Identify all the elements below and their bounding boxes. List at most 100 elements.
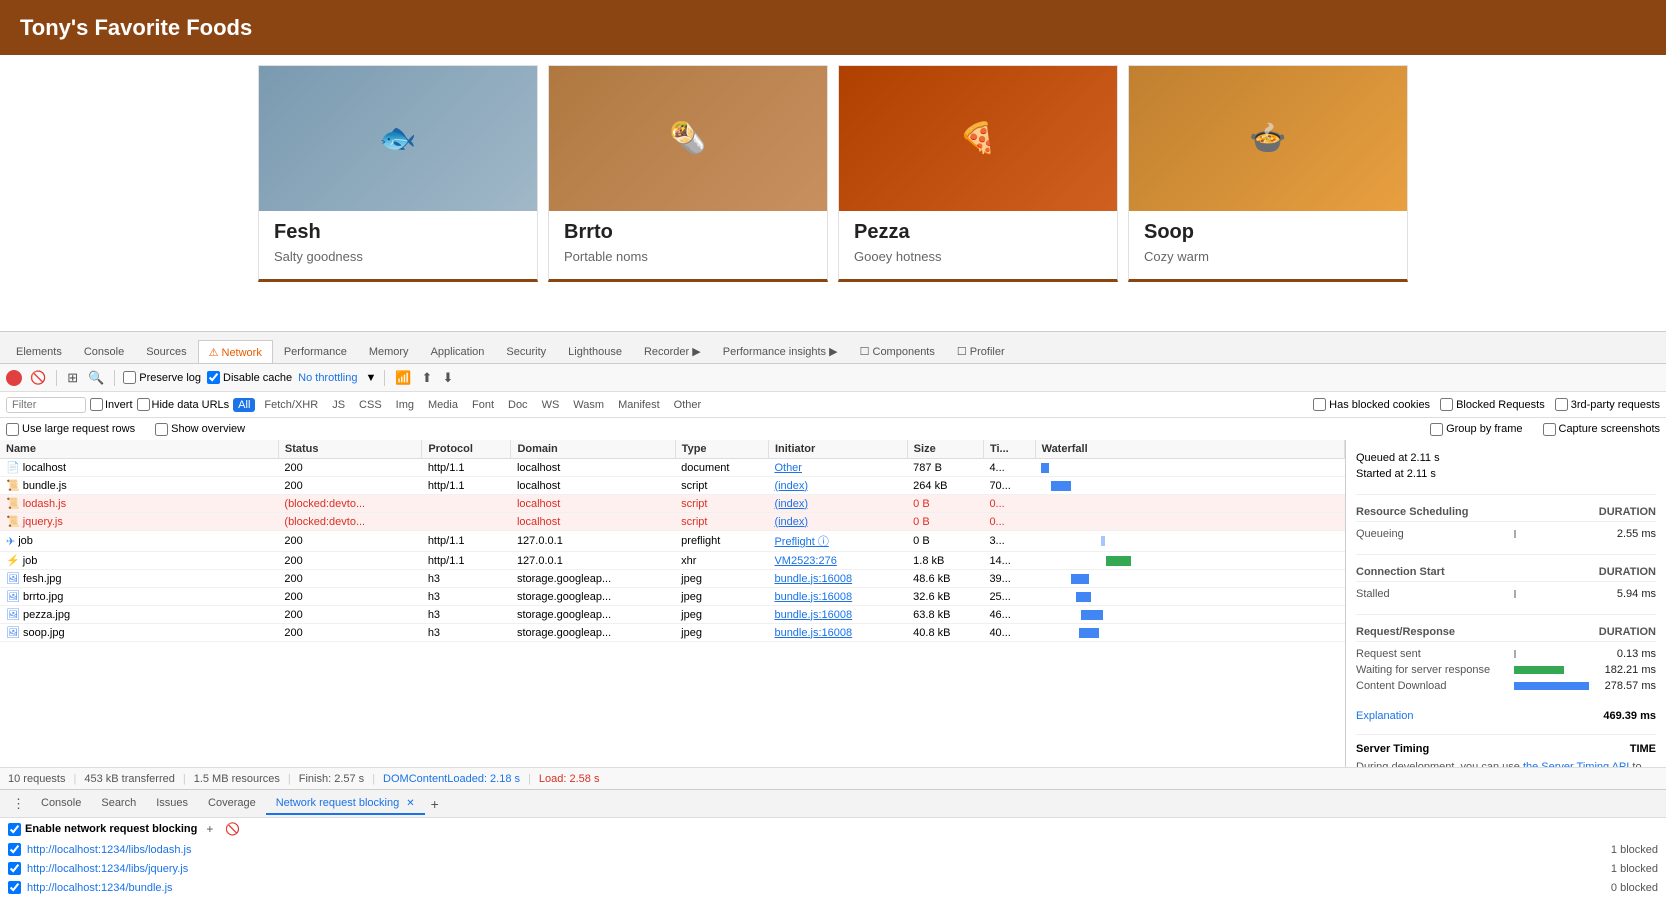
table-row[interactable]: 🖼 brrto.jpg 200 h3 storage.googleap... j… xyxy=(0,588,1345,606)
network-table-container[interactable]: Name Status Protocol Domain Type Initiat… xyxy=(0,440,1346,767)
preserve-log-checkbox[interactable] xyxy=(123,371,136,384)
table-row[interactable]: ⚡ job 200 http/1.1 127.0.0.1 xhr VM2523:… xyxy=(0,552,1345,570)
filter-doc-btn[interactable]: Doc xyxy=(503,398,533,412)
tab-components[interactable]: ☐ Components xyxy=(849,339,946,363)
table-row[interactable]: 🖼 pezza.jpg 200 h3 storage.googleap... j… xyxy=(0,606,1345,624)
cell-size: 264 kB xyxy=(907,477,983,495)
remove-blocking-pattern-button[interactable]: 🚫 xyxy=(222,822,243,836)
group-by-frame-checkbox[interactable] xyxy=(1430,423,1443,436)
filter-fetchxhr-btn[interactable]: Fetch/XHR xyxy=(259,398,323,412)
upload-icon[interactable]: ⬆ xyxy=(420,369,435,387)
download-icon[interactable]: ⬇ xyxy=(440,369,455,387)
tab-network[interactable]: ⚠ Network xyxy=(198,340,273,364)
throttling-dropdown[interactable]: ▼ xyxy=(365,372,376,384)
col-header-size[interactable]: Size xyxy=(907,440,983,459)
cell-status: 200 xyxy=(278,552,421,570)
group-by-frame-label[interactable]: Group by frame xyxy=(1430,423,1522,436)
tab-sources[interactable]: Sources xyxy=(135,340,197,363)
record-button[interactable] xyxy=(6,370,22,386)
preserve-log-label[interactable]: Preserve log xyxy=(123,371,201,384)
add-blocking-pattern-button[interactable]: + xyxy=(203,822,216,836)
show-overview-label[interactable]: Show overview xyxy=(155,423,245,436)
filter-button[interactable]: ⊞ xyxy=(65,369,80,387)
col-header-waterfall[interactable]: Waterfall xyxy=(1035,440,1344,459)
food-img-soop: 🍲 xyxy=(1129,66,1407,211)
invert-checkbox[interactable] xyxy=(90,398,103,411)
disable-cache-checkbox[interactable] xyxy=(207,371,220,384)
add-bottom-tab-button[interactable]: + xyxy=(425,796,445,812)
table-row[interactable]: 🖼 fesh.jpg 200 h3 storage.googleap... jp… xyxy=(0,570,1345,588)
filter-font-btn[interactable]: Font xyxy=(467,398,499,412)
tab-lighthouse[interactable]: Lighthouse xyxy=(557,340,633,363)
table-row[interactable]: 🖼 soop.jpg 200 h3 storage.googleap... jp… xyxy=(0,624,1345,642)
capture-screenshots-checkbox[interactable] xyxy=(1543,423,1556,436)
invert-checkbox-label[interactable]: Invert xyxy=(90,398,133,411)
wifi-icon[interactable]: 📶 xyxy=(393,369,413,387)
explanation-link[interactable]: Explanation xyxy=(1356,710,1414,722)
col-header-name[interactable]: Name xyxy=(0,440,278,459)
col-header-type[interactable]: Type xyxy=(675,440,768,459)
blocking-item-lodash-checkbox[interactable] xyxy=(8,843,21,856)
enable-blocking-label[interactable]: Enable network request blocking xyxy=(8,823,197,836)
table-row[interactable]: 📄 localhost 200 http/1.1 localhost docum… xyxy=(0,459,1345,477)
filter-manifest-btn[interactable]: Manifest xyxy=(613,398,665,412)
show-overview-checkbox[interactable] xyxy=(155,423,168,436)
filter-wasm-btn[interactable]: Wasm xyxy=(568,398,609,412)
tab-security[interactable]: Security xyxy=(495,340,557,363)
search-button[interactable]: 🔍 xyxy=(86,369,106,387)
tab-profiler[interactable]: ☐ Profiler xyxy=(946,339,1016,363)
table-row[interactable]: ✈ job 200 http/1.1 127.0.0.1 preflight P… xyxy=(0,531,1345,552)
large-rows-label[interactable]: Use large request rows xyxy=(6,423,135,436)
filter-css-btn[interactable]: CSS xyxy=(354,398,387,412)
large-rows-checkbox[interactable] xyxy=(6,423,19,436)
blocking-item-jquery-checkbox[interactable] xyxy=(8,862,21,875)
hide-data-urls-checkbox[interactable] xyxy=(137,398,150,411)
capture-screenshots-label[interactable]: Capture screenshots xyxy=(1543,423,1661,436)
tab-application[interactable]: Application xyxy=(420,340,496,363)
bottom-tab-issues[interactable]: Issues xyxy=(146,793,198,815)
filter-media-btn[interactable]: Media xyxy=(423,398,463,412)
table-row[interactable]: 📜 jquery.js (blocked:devto... localhost … xyxy=(0,513,1345,531)
blocked-requests-label[interactable]: Blocked Requests xyxy=(1440,398,1545,411)
food-card-fesh: 🐟 Fesh Salty goodness xyxy=(258,65,538,282)
tab-performance[interactable]: Performance xyxy=(273,340,358,363)
blocking-item-bundle-checkbox[interactable] xyxy=(8,881,21,894)
col-header-initiator[interactable]: Initiator xyxy=(768,440,907,459)
col-header-time[interactable]: Ti... xyxy=(983,440,1035,459)
tab-console[interactable]: Console xyxy=(73,340,135,363)
filter-js-btn[interactable]: JS xyxy=(327,398,350,412)
table-row[interactable]: 📜 lodash.js (blocked:devto... localhost … xyxy=(0,495,1345,513)
tab-recorder[interactable]: Recorder ▶ xyxy=(633,339,712,363)
tab-memory[interactable]: Memory xyxy=(358,340,420,363)
disable-cache-label[interactable]: Disable cache xyxy=(207,371,292,384)
filter-other-btn[interactable]: Other xyxy=(669,398,707,412)
col-header-status[interactable]: Status xyxy=(278,440,421,459)
clear-button[interactable]: 🚫 xyxy=(28,369,48,387)
toolbar-sep-2 xyxy=(114,370,115,386)
col-header-domain[interactable]: Domain xyxy=(511,440,675,459)
close-blocking-tab-icon[interactable]: ✕ xyxy=(406,798,414,809)
col-header-protocol[interactable]: Protocol xyxy=(422,440,511,459)
enable-blocking-checkbox[interactable] xyxy=(8,823,21,836)
bottom-tab-coverage[interactable]: Coverage xyxy=(198,793,266,815)
bottom-tab-network-blocking[interactable]: Network request blocking ✕ xyxy=(266,793,425,815)
blocked-requests-checkbox[interactable] xyxy=(1440,398,1453,411)
filter-img-btn[interactable]: Img xyxy=(391,398,419,412)
filter-all-btn[interactable]: All xyxy=(233,398,255,412)
tab-performance-insights[interactable]: Performance insights ▶ xyxy=(712,339,849,363)
tab-elements[interactable]: Elements xyxy=(5,340,73,363)
table-row[interactable]: 📜 bundle.js 200 http/1.1 localhost scrip… xyxy=(0,477,1345,495)
hide-data-urls-label[interactable]: Hide data URLs xyxy=(137,398,230,411)
bottom-more-icon[interactable]: ⋮ xyxy=(6,796,31,812)
third-party-label[interactable]: 3rd-party requests xyxy=(1555,398,1660,411)
filter-input[interactable] xyxy=(6,397,86,413)
rp-total-value: 469.39 ms xyxy=(1603,710,1656,722)
has-blocked-cookies-checkbox[interactable] xyxy=(1313,398,1326,411)
filter-ws-btn[interactable]: WS xyxy=(537,398,565,412)
food-img-pezza: 🍕 xyxy=(839,66,1117,211)
bottom-tab-search[interactable]: Search xyxy=(91,793,146,815)
bottom-tab-console[interactable]: Console xyxy=(31,793,91,815)
third-party-checkbox[interactable] xyxy=(1555,398,1568,411)
cell-size: 48.6 kB xyxy=(907,570,983,588)
has-blocked-cookies-label[interactable]: Has blocked cookies xyxy=(1313,398,1430,411)
